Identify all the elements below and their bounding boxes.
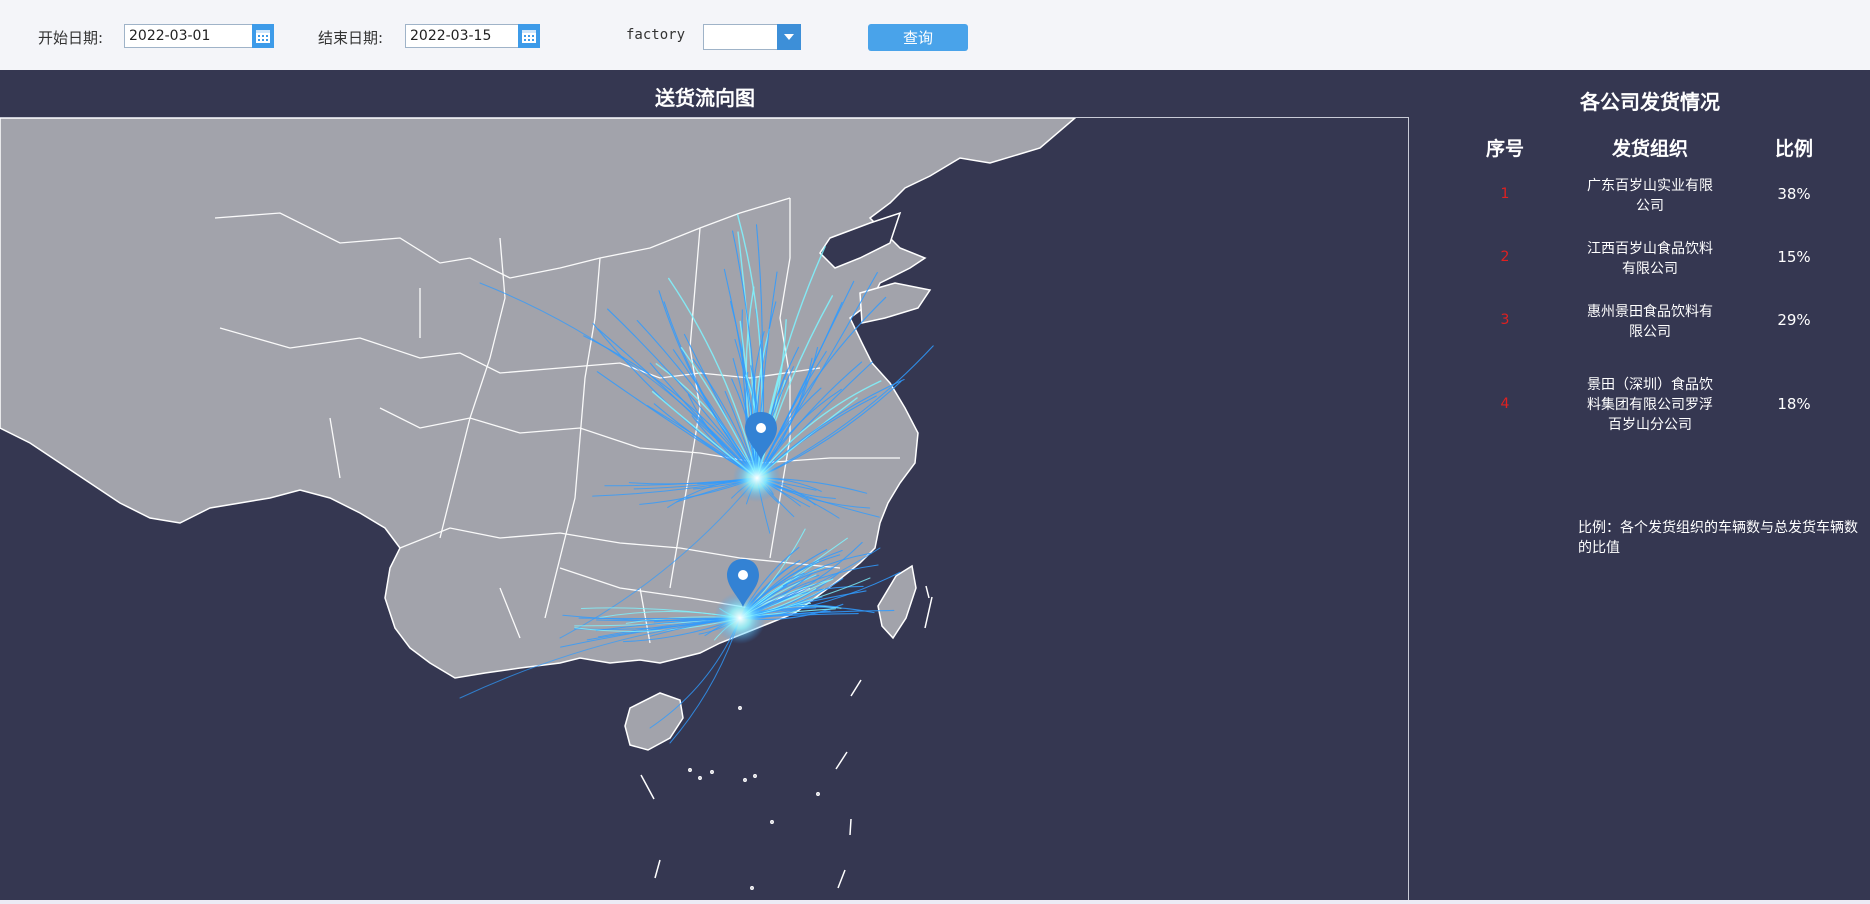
chevron-down-icon[interactable] bbox=[777, 24, 801, 50]
row-index: 2 bbox=[1500, 249, 1510, 265]
row-ratio: 38% bbox=[1777, 185, 1811, 203]
row-ratio: 15% bbox=[1777, 248, 1811, 266]
row-org: 惠州景田食品饮料有 限公司 bbox=[1570, 302, 1730, 342]
row-org-line: 惠州景田食品饮料有 bbox=[1587, 304, 1713, 320]
start-date-picker bbox=[124, 24, 274, 50]
hub-glow bbox=[733, 454, 781, 502]
row-org-line: 景田（深圳）食品饮 bbox=[1587, 377, 1713, 393]
row-org: 江西百岁山食品饮料 有限公司 bbox=[1570, 239, 1730, 279]
flow-map[interactable] bbox=[0, 117, 1409, 900]
hub-jiangxi bbox=[733, 454, 781, 502]
filter-toolbar: 开始日期: 结束日期: factory 查询 bbox=[0, 0, 1870, 70]
row-index: 1 bbox=[1500, 186, 1510, 202]
ratio-note: 比例：各个发货组织的车辆数与总发货车辆数的比值 bbox=[1578, 520, 1858, 556]
row-org-line: 广东百岁山实业有限 bbox=[1587, 178, 1713, 194]
row-org-line: 限公司 bbox=[1629, 324, 1671, 340]
end-date-label: 结束日期: bbox=[318, 29, 384, 47]
factory-label: factory bbox=[626, 27, 686, 43]
china-map-svg bbox=[0, 118, 1077, 890]
bottom-strip bbox=[0, 900, 1870, 904]
end-date-input[interactable] bbox=[405, 24, 518, 48]
factory-select-value[interactable] bbox=[703, 24, 777, 50]
header-org: 发货组织 bbox=[1611, 138, 1688, 160]
map-title: 送货流向图 bbox=[655, 86, 755, 110]
row-org: 景田（深圳）食品饮 料集团有限公司罗浮 百岁山分公司 bbox=[1570, 375, 1730, 435]
end-date-picker bbox=[405, 24, 540, 50]
header-index: 序号 bbox=[1485, 138, 1524, 160]
start-date-label: 开始日期: bbox=[38, 29, 104, 47]
panel-title: 各公司发货情况 bbox=[1580, 90, 1720, 114]
row-index: 3 bbox=[1500, 312, 1510, 328]
row-org-line: 百岁山分公司 bbox=[1608, 417, 1692, 433]
row-ratio: 18% bbox=[1777, 395, 1811, 413]
row-org-line: 料集团有限公司罗浮 bbox=[1587, 397, 1713, 413]
taiwan-island bbox=[877, 564, 917, 640]
hainan-island bbox=[624, 692, 684, 751]
row-ratio: 29% bbox=[1777, 311, 1811, 329]
factory-select[interactable] bbox=[703, 24, 801, 50]
row-org-line: 江西百岁山食品饮料 bbox=[1587, 241, 1713, 257]
row-org-line: 公司 bbox=[1636, 198, 1664, 214]
start-date-input[interactable] bbox=[124, 24, 252, 48]
row-org: 广东百岁山实业有限 公司 bbox=[1570, 176, 1730, 216]
dashboard: 送货流向图 各公司发货情况 序号 发货组织 比例 1 广东百岁山实业有限 公司 … bbox=[0, 70, 1870, 900]
calendar-icon[interactable] bbox=[252, 24, 274, 48]
query-button[interactable]: 查询 bbox=[868, 24, 968, 51]
row-org-line: 有限公司 bbox=[1622, 261, 1678, 277]
calendar-icon[interactable] bbox=[518, 24, 540, 48]
row-index: 4 bbox=[1500, 396, 1510, 412]
header-ratio: 比例 bbox=[1774, 138, 1813, 160]
